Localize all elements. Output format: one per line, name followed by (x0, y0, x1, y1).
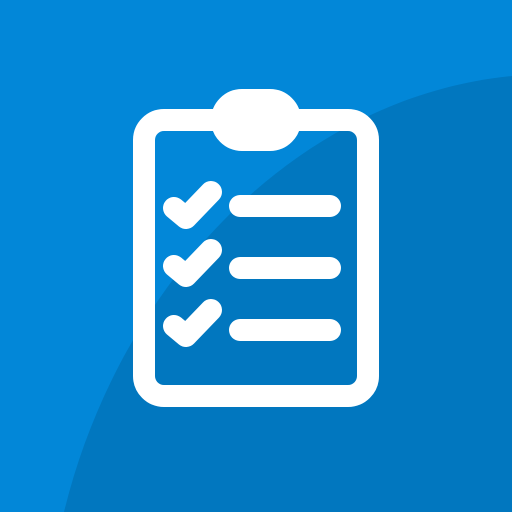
clipboard-checklist-icon (0, 0, 512, 512)
app-icon-tile (0, 0, 512, 512)
checklist-item (163, 181, 341, 229)
